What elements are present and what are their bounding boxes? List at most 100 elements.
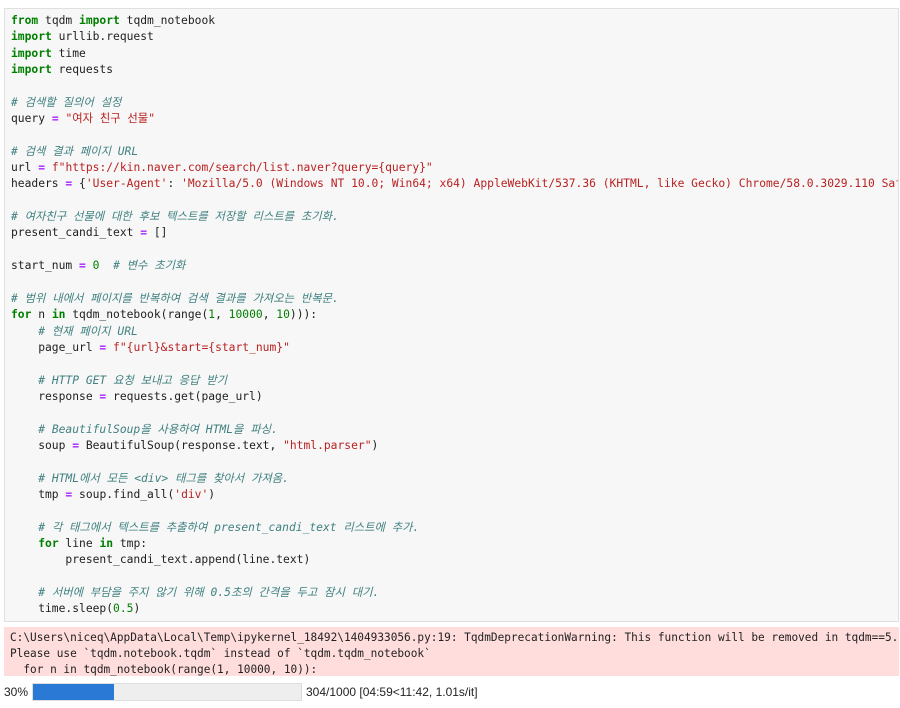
code-token: , [215,308,229,322]
code-token: present_candi_text [11,226,141,240]
code-token: import [11,63,52,77]
stderr-output: C:\Users\niceq\AppData\Local\Temp\ipyker… [4,627,899,676]
code-token: f"{url}&start={start_num}" [113,340,290,354]
code-line: # BeautifulSoup을 사용하여 HTML을 파싱. [11,422,898,438]
code-line: # 범위 내에서 페이지를 반복하여 검색 결과를 가져오는 반복문. [11,291,898,307]
code-line: for line in tmp: [11,536,898,552]
code-token: ) [133,602,141,616]
code-token: import [11,30,52,44]
code-line: import urllib.request [11,29,898,45]
code-token: 10000 [228,308,263,322]
code-token: for [11,308,32,322]
code-token: for [38,537,59,550]
code-token: 'div' [174,487,209,501]
code-token: : [167,177,182,191]
code-line: present_candi_text.append(line.text) [11,552,898,568]
code-token: f"https://kin.naver.com/search/list.nave… [51,161,433,175]
code-editor[interactable]: from tqdm import tqdm_notebook import url… [5,9,898,618]
code-token: # HTML에서 모든 <div> 태그를 찾아서 가져옴. [38,471,289,485]
code-token: , [262,308,277,322]
code-token: 'User-Agent' [85,177,168,191]
code-line: # 현재 페이지 URL [11,324,898,340]
progress-bar [32,683,302,701]
code-token: time.sleep( [11,602,114,616]
code-token: { [72,177,86,191]
code-token: time [51,46,86,60]
code-token: urllib.request [51,30,154,44]
code-line: # HTTP GET 요청 보내고 응답 받기 [11,373,898,389]
code-token: # 서버에 부담을 주지 않기 위해 0.5초의 간격을 두고 잠시 대기. [38,586,380,600]
code-token: # 범위 내에서 페이지를 반복하여 검색 결과를 가져오는 반복문. [11,291,339,305]
progress-percent: 30% [4,685,29,699]
code-line: # 각 태그에서 텍스트를 추출하여 present_candi_text 리스… [11,520,898,536]
warning-source-line: for n in tqdm_notebook(range(1, 10000, 1… [10,663,318,677]
code-token: "html.parser" [283,438,372,452]
code-token: url [11,161,39,175]
code-line: import requests [11,62,898,78]
code-token: = [72,438,80,452]
code-token: present_candi_text.append(line.text) [11,553,311,567]
code-cell[interactable]: from tqdm import tqdm_notebook import url… [4,8,899,622]
code-token: # HTTP GET 요청 보내고 응답 받기 [38,373,227,387]
code-token: [] [147,226,168,240]
code-token: "여자 친구 선물" [65,112,156,126]
code-token: in [51,308,66,322]
progress-row: 30% 304/1000 [04:59<11:42, 1.01s/it] [4,682,478,702]
code-line: soup = BeautifulSoup(response.text, "htm… [11,438,898,454]
code-line: from tqdm import tqdm_notebook [11,13,898,29]
code-line: response = requests.get(page_url) [11,389,898,405]
warning-hint-line: Please use `tqdm.notebook.tqdm` instead … [10,647,431,661]
code-token: from [11,14,39,27]
code-token: n [31,308,52,322]
code-token: # 변수 초기화 [113,259,186,273]
code-token: # 검색할 질의어 설정 [11,95,122,109]
code-line: headers = {'User-Agent': 'Mozilla/5.0 (W… [11,176,898,192]
code-token: # BeautifulSoup을 사용하여 HTML을 파싱. [38,422,278,436]
code-token: requests.get(page_url) [106,389,263,403]
code-line: present_candi_text = [] [11,225,898,241]
code-token: response [11,389,100,403]
code-line: url = f"https://kin.naver.com/search/lis… [11,160,898,176]
code-line: time.sleep(0.5) [11,601,898,617]
code-token: tqdm [38,14,80,27]
code-line: # 여자친구 선물에 대한 후보 텍스트를 저장할 리스트를 초기화. [11,209,898,225]
code-token: = [79,259,86,273]
code-token: 'Mozilla/5.0 (Windows NT 10.0; Win64; x6… [181,177,898,191]
code-token: import [79,14,120,27]
code-token: in [99,537,114,550]
code-token: ) [208,487,216,501]
code-token: # 각 태그에서 텍스트를 추출하여 present_candi_text 리스… [38,520,420,534]
code-token: page_url [11,340,100,354]
code-token: # 현재 페이지 URL [38,324,138,338]
code-line: import time [11,46,898,62]
code-token: 0.5 [113,602,134,616]
code-token: query [11,112,52,126]
code-token: tmp [11,487,66,501]
code-token: tqdm_notebook [119,14,216,27]
code-token: 10 [276,308,290,322]
code-token: ) [371,438,379,452]
code-token: soup [11,438,73,452]
code-token: # 검색 결과 페이지 URL [11,144,139,158]
code-line: # HTML에서 모든 <div> 태그를 찾아서 가져옴. [11,471,898,487]
code-token: requests [51,63,114,77]
code-token: tqdm_notebook(range( [65,308,209,322]
